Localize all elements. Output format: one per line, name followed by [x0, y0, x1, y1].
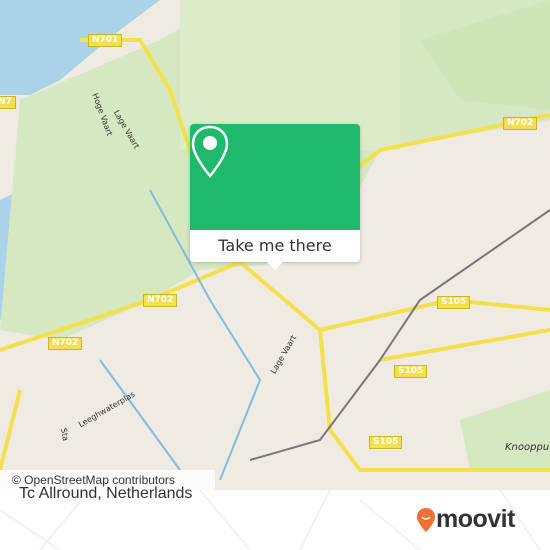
- take-me-there-button[interactable]: Take me there: [190, 230, 360, 262]
- moovit-logo[interactable]: moovit: [416, 505, 515, 534]
- map-label: Knooppu: [505, 442, 550, 453]
- road-shield: N702: [503, 117, 538, 130]
- green-junction: [460, 390, 550, 470]
- road-shield: S105: [437, 296, 471, 309]
- road-shield: N702: [48, 337, 83, 350]
- road-shield: N701: [88, 34, 123, 47]
- map-pin-icon: [191, 125, 229, 178]
- road-shield: S105: [394, 365, 428, 378]
- road-shield: N702: [143, 294, 178, 307]
- place-name: Tc Allround, Netherlands: [19, 485, 193, 502]
- location-popup: Take me there: [190, 124, 360, 270]
- road-shield: N7: [0, 96, 16, 109]
- brand-name: moovit: [436, 505, 515, 533]
- road-shield: S105: [369, 436, 403, 449]
- popup-pointer: [267, 262, 283, 270]
- map[interactable]: N701 N702 N702 N702 S105 S105 S105 N7 Ho…: [0, 0, 550, 490]
- moovit-pin-icon: [417, 507, 435, 532]
